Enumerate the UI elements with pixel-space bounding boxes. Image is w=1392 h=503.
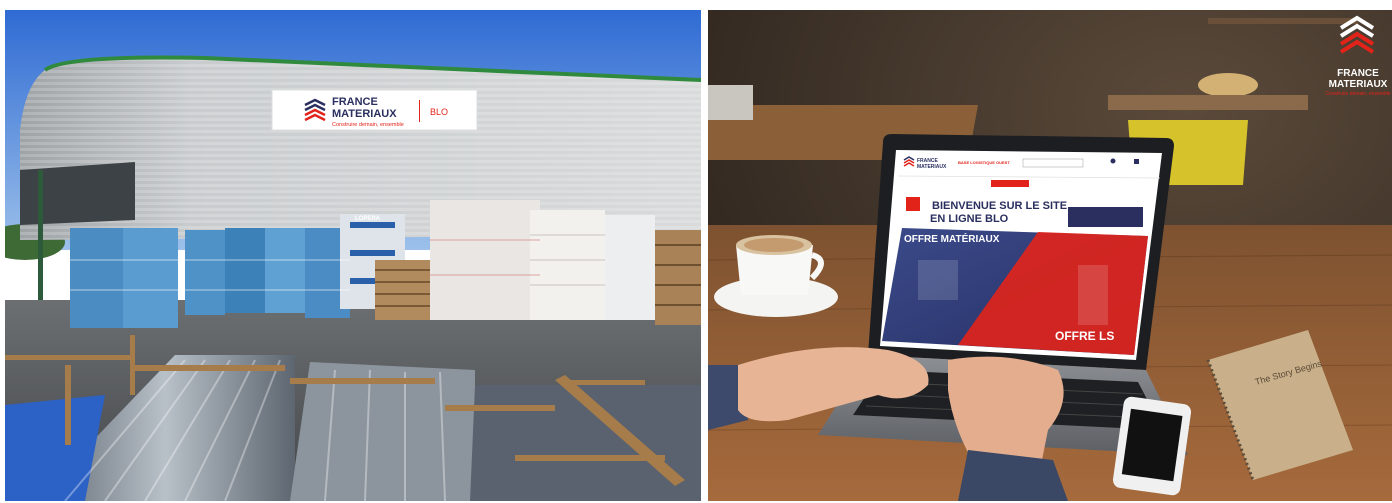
account-icon[interactable] [1110,158,1116,164]
warehouse-scene: FRANCE MATERIAUX Construire demain, ense… [5,10,701,501]
laptop-photo: FRANCE MATERIAUX BASE LOGISTIQUE OUEST B… [708,10,1392,501]
canopy [20,162,135,225]
site-search-input[interactable] [1022,158,1084,168]
smartphone [1112,396,1192,496]
offer-materials-label[interactable]: OFFRE MATÉRIAUX [904,232,1000,245]
hero-box [1068,207,1143,227]
hero-accent [906,197,920,211]
corner-logo-line1: FRANCE [1337,68,1379,79]
cart-icon[interactable] [1134,159,1139,164]
sign-suffix: BLO [430,107,448,117]
cafe-scene: FRANCE MATERIAUX BASE LOGISTIQUE OUEST B… [708,10,1392,501]
corner-logo-tagline: Construire demain, ensemble [1325,91,1391,97]
pallet-brand-text: LOPERA [355,216,381,222]
corner-logo-line2: MATERIAUX [1329,79,1388,90]
site-header-title: BASE LOGISTIQUE OUEST [958,160,1010,165]
sign-tagline: Construire demain, ensemble [332,122,404,128]
canopy-post [38,170,43,320]
wrapped-bags [430,200,655,320]
sign-brand-line1: FRANCE [332,96,378,108]
sign-brand-line2: MATERIAUX [332,108,397,120]
hero-title-line1: BIENVENUE SUR LE SITE [932,200,1067,212]
company-sign: FRANCE MATERIAUX Construire demain, ense… [271,89,478,131]
back-table [1108,95,1308,110]
lamp-glow [1198,73,1258,97]
hero-title-line2: EN LIGNE BLO [930,213,1009,225]
newspaper [708,85,753,120]
laptop-screen: FRANCE MATERIAUX BASE LOGISTIQUE OUEST B… [880,150,1162,360]
shelf [1208,18,1358,24]
site-nav-button[interactable] [991,180,1029,187]
warehouse-photo: FRANCE MATERIAUX Construire demain, ense… [5,10,701,501]
offer-ls-label[interactable]: OFFRE LS [1055,329,1114,343]
site-brand-line2: MATERIAUX [917,164,947,170]
